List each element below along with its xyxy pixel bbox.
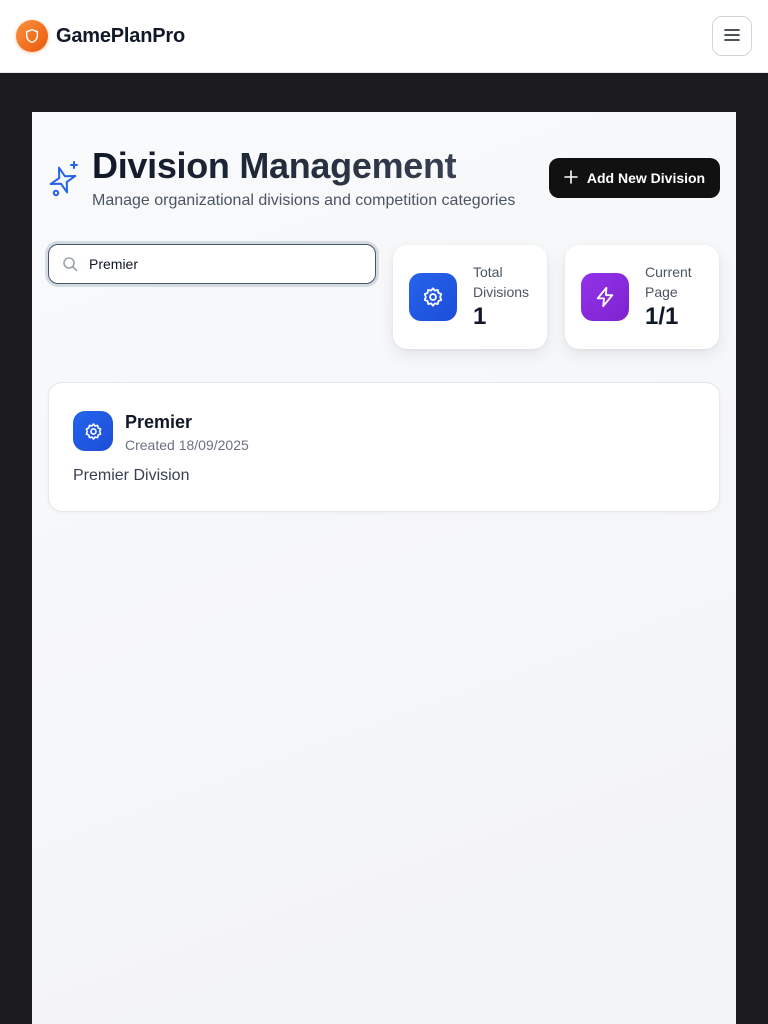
add-new-division-button[interactable]: Add New Division [549, 158, 720, 198]
lightning-icon [581, 273, 629, 321]
stat-card-total-divisions: Total Divisions 1 [393, 245, 547, 349]
division-created-date: Created 18/09/2025 [125, 437, 249, 453]
stat-label: Current Page [645, 264, 692, 300]
division-description: Premier Division [73, 467, 190, 484]
division-management-panel: Division Management Manage organizationa… [32, 112, 736, 1024]
top-navbar: GamePlanPro [0, 0, 768, 73]
gear-icon [73, 411, 113, 451]
stat-value: 1/1 [645, 303, 679, 330]
search-input[interactable] [89, 245, 369, 282]
shield-icon [16, 20, 48, 52]
search-box[interactable] [48, 244, 376, 284]
stat-value: 1 [473, 303, 487, 330]
stat-label: Total Divisions [473, 264, 530, 300]
app-name: GamePlanPro [56, 24, 185, 47]
division-name: Premier [125, 412, 193, 432]
page-subtitle: Manage organizational divisions and comp… [92, 192, 516, 209]
add-new-division-label: Add New Division [586, 170, 706, 186]
hamburger-menu-button[interactable] [712, 16, 752, 56]
gear-icon [409, 273, 457, 321]
plus-icon [564, 169, 578, 187]
page-title: Division Management [92, 145, 457, 186]
division-card[interactable]: Premier Created 18/09/2025 Premier Divis… [48, 382, 720, 512]
search-icon [62, 256, 78, 272]
stat-card-current-page: Current Page 1/1 [565, 245, 719, 349]
brand[interactable]: GamePlanPro [16, 20, 185, 52]
hamburger-menu-icon [724, 28, 740, 45]
sparkles-icon [48, 159, 80, 197]
